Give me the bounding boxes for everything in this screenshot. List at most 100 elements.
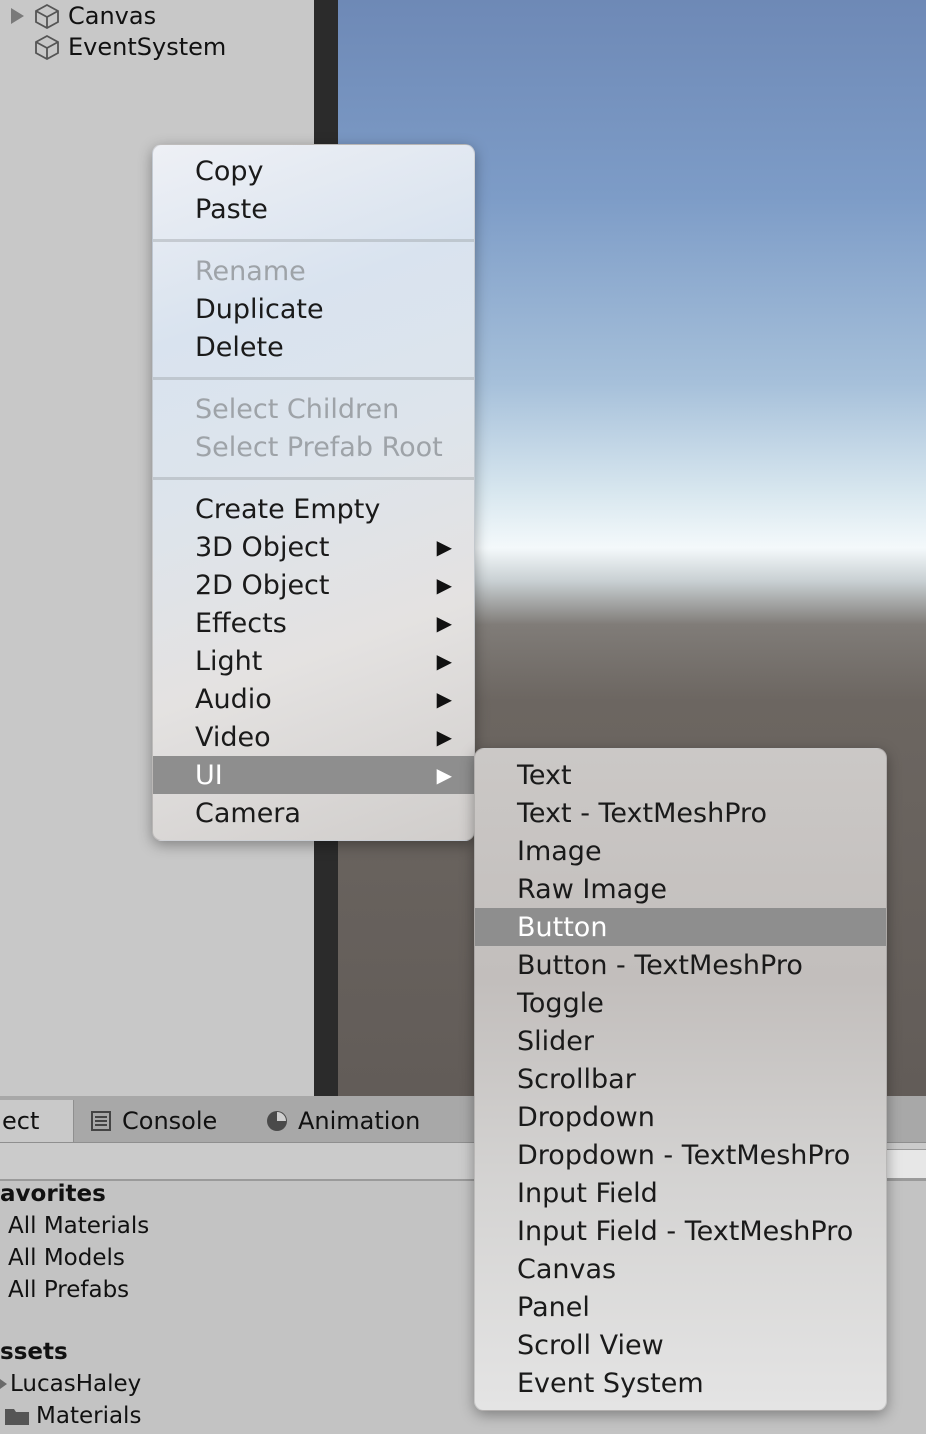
favorites-item[interactable]: All Prefabs	[8, 1277, 129, 1303]
assets-heading[interactable]: ssets	[0, 1339, 68, 1365]
menu-item-label: Paste	[195, 193, 268, 225]
menu-item-create-empty[interactable]: Create Empty	[153, 490, 474, 528]
menu-item-label: Image	[517, 835, 602, 867]
submenu-item-text-textmeshpro[interactable]: Text - TextMeshPro	[475, 794, 886, 832]
favorites-heading[interactable]: avorites	[0, 1181, 106, 1207]
favorites-item[interactable]: All Models	[8, 1245, 125, 1271]
tab-project[interactable]: ect	[0, 1100, 74, 1142]
submenu-arrow-icon: ▶	[436, 573, 452, 597]
menu-item-label: Text	[517, 759, 572, 791]
context-menu: Copy Paste Rename Duplicate Delete Selec…	[152, 144, 475, 841]
tab-animation[interactable]: Animation	[265, 1100, 420, 1142]
menu-item-label: Copy	[195, 155, 264, 187]
submenu-arrow-icon: ▶	[436, 649, 452, 673]
hierarchy-item-label: Canvas	[68, 2, 157, 30]
menu-item-label: Canvas	[517, 1253, 617, 1285]
menu-item-label: Duplicate	[195, 293, 324, 325]
menu-item-label: Scrollbar	[517, 1063, 636, 1095]
menu-item-label: Button - TextMeshPro	[517, 949, 803, 981]
menu-item-label: Dropdown	[517, 1101, 655, 1133]
tab-label: ect	[2, 1107, 40, 1135]
tab-label: Console	[122, 1107, 218, 1135]
menu-item-copy[interactable]: Copy	[153, 152, 474, 190]
menu-item-label: Slider	[517, 1025, 594, 1057]
menu-item-label: Select Children	[195, 393, 400, 425]
menu-item-label: Panel	[517, 1291, 590, 1323]
menu-item-camera[interactable]: Camera	[153, 794, 474, 832]
submenu-item-toggle[interactable]: Toggle	[475, 984, 886, 1022]
menu-item-label: Input Field	[517, 1177, 658, 1209]
submenu-item-scroll-view[interactable]: Scroll View	[475, 1326, 886, 1364]
folder-icon	[5, 1409, 29, 1425]
menu-item-effects[interactable]: Effects ▶	[153, 604, 474, 642]
assets-item-materials[interactable]: Materials	[4, 1403, 141, 1429]
menu-separator	[153, 477, 474, 480]
menu-item-label: Create Empty	[195, 493, 381, 525]
submenu-item-input-field[interactable]: Input Field	[475, 1174, 886, 1212]
assets-item-label: Materials	[36, 1403, 142, 1429]
menu-item-light[interactable]: Light ▶	[153, 642, 474, 680]
menu-item-ui[interactable]: UI ▶	[153, 756, 474, 794]
hierarchy-item-eventsystem[interactable]: EventSystem	[0, 31, 226, 63]
menu-item-rename: Rename	[153, 252, 474, 290]
menu-item-label: 2D Object	[195, 569, 330, 601]
submenu-item-dropdown-textmeshpro[interactable]: Dropdown - TextMeshPro	[475, 1136, 886, 1174]
submenu-item-raw-image[interactable]: Raw Image	[475, 870, 886, 908]
submenu-arrow-icon: ▶	[436, 763, 452, 787]
menu-item-label: Text - TextMeshPro	[517, 797, 768, 829]
submenu-item-canvas[interactable]: Canvas	[475, 1250, 886, 1288]
menu-item-delete[interactable]: Delete	[153, 328, 474, 366]
submenu-arrow-icon: ▶	[436, 535, 452, 559]
menu-item-paste[interactable]: Paste	[153, 190, 474, 228]
submenu-item-slider[interactable]: Slider	[475, 1022, 886, 1060]
hierarchy-item-canvas[interactable]: Canvas	[0, 0, 156, 32]
submenu-item-image[interactable]: Image	[475, 832, 886, 870]
assets-item-lucashaley[interactable]: LucasHaley	[0, 1371, 141, 1397]
menu-item-label: Video	[195, 721, 271, 753]
submenu-item-scrollbar[interactable]: Scrollbar	[475, 1060, 886, 1098]
submenu-item-button-textmeshpro[interactable]: Button - TextMeshPro	[475, 946, 886, 984]
menu-item-label: Raw Image	[517, 873, 667, 905]
submenu-item-button[interactable]: Button	[475, 908, 886, 946]
tab-console[interactable]: Console	[90, 1100, 217, 1142]
menu-item-label: Toggle	[517, 987, 604, 1019]
assets-item-label: LucasHaley	[10, 1371, 142, 1397]
favorites-item[interactable]: All Materials	[8, 1213, 149, 1239]
menu-item-video[interactable]: Video ▶	[153, 718, 474, 756]
console-icon	[91, 1111, 111, 1131]
tab-label: Animation	[298, 1107, 421, 1135]
menu-item-3d-object[interactable]: 3D Object ▶	[153, 528, 474, 566]
submenu-arrow-icon: ▶	[436, 611, 452, 635]
submenu-item-input-field-textmeshpro[interactable]: Input Field - TextMeshPro	[475, 1212, 886, 1250]
menu-item-label: Button	[517, 911, 608, 943]
menu-item-label: Dropdown - TextMeshPro	[517, 1139, 851, 1171]
menu-item-label: 3D Object	[195, 531, 330, 563]
menu-item-label: Input Field - TextMeshPro	[517, 1215, 854, 1247]
menu-item-2d-object[interactable]: 2D Object ▶	[153, 566, 474, 604]
cube-icon	[35, 3, 59, 29]
submenu-item-event-system[interactable]: Event System	[475, 1364, 886, 1402]
submenu-item-panel[interactable]: Panel	[475, 1288, 886, 1326]
menu-item-label: Scroll View	[517, 1329, 664, 1361]
ui-submenu: Text Text - TextMeshPro Image Raw Image …	[474, 748, 887, 1411]
menu-item-label: Rename	[195, 255, 306, 287]
menu-item-select-prefab-root: Select Prefab Root	[153, 428, 474, 466]
menu-separator	[153, 239, 474, 242]
fold-arrow-icon[interactable]	[0, 1377, 8, 1391]
animation-clock-icon	[267, 1111, 287, 1131]
submenu-item-text[interactable]: Text	[475, 756, 886, 794]
menu-item-label: Camera	[195, 797, 301, 829]
submenu-item-dropdown[interactable]: Dropdown	[475, 1098, 886, 1136]
menu-item-label: Audio	[195, 683, 272, 715]
menu-item-label: Event System	[517, 1367, 704, 1399]
menu-item-label: Delete	[195, 331, 284, 363]
menu-item-audio[interactable]: Audio ▶	[153, 680, 474, 718]
menu-item-label: Select Prefab Root	[195, 431, 443, 463]
fold-arrow-icon[interactable]	[0, 7, 34, 25]
submenu-arrow-icon: ▶	[436, 725, 452, 749]
menu-item-label: UI	[195, 759, 223, 791]
menu-separator	[153, 377, 474, 380]
menu-item-duplicate[interactable]: Duplicate	[153, 290, 474, 328]
submenu-arrow-icon: ▶	[436, 687, 452, 711]
cube-icon	[35, 34, 59, 60]
